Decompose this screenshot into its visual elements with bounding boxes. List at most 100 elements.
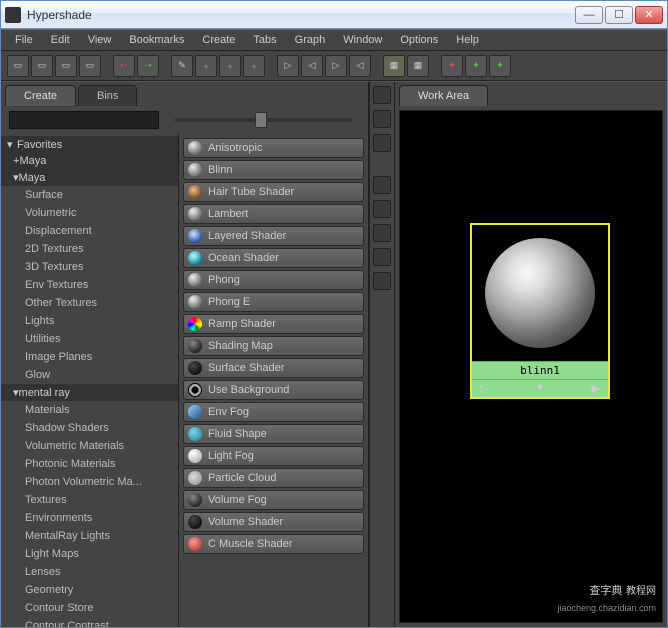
icon-size-slider[interactable] [175,118,352,122]
shader-list[interactable]: AnisotropicBlinnHair Tube ShaderLambertL… [179,134,368,627]
tree-item[interactable]: Displacement [1,222,178,240]
tree-item[interactable]: Geometry [1,581,178,599]
shader-item[interactable]: Use Background [183,380,364,400]
material-swatch[interactable] [472,225,608,361]
tree-item[interactable]: Utilities [1,330,178,348]
midbtn-3[interactable] [373,134,391,152]
tree-item[interactable]: Other Textures [1,294,178,312]
node-in-icon[interactable]: ▷ [480,382,488,395]
tree-item[interactable]: Surface [1,186,178,204]
close-button[interactable]: ✕ [635,6,663,24]
menu-edit[interactable]: Edit [43,32,78,48]
shader-item[interactable]: Volume Fog [183,490,364,510]
toolbar-btn-11[interactable]: ▷ [277,55,299,77]
toolbar-btn-7[interactable]: ✎ [171,55,193,77]
menu-graph[interactable]: Graph [287,32,334,48]
menu-view[interactable]: View [80,32,120,48]
menu-bookmarks[interactable]: Bookmarks [121,32,192,48]
toolbar-btn-14[interactable]: ◁ [349,55,371,77]
minimize-button[interactable]: — [575,6,603,24]
tab-bins[interactable]: Bins [78,85,137,106]
shader-item[interactable]: Layered Shader [183,226,364,246]
tree-group[interactable]: ▾mental ray [1,384,178,401]
toolbar-btn-9[interactable]: ▫ [219,55,241,77]
menu-window[interactable]: Window [335,32,390,48]
slider-thumb[interactable] [255,112,267,128]
tree-item[interactable]: Photonic Materials [1,455,178,473]
toolbar-btn-1[interactable]: ▭ [7,55,29,77]
tree-item[interactable]: Lenses [1,563,178,581]
tree-item[interactable]: 2D Textures [1,240,178,258]
tree-item[interactable]: Image Planes [1,348,178,366]
tree-item[interactable]: Lights [1,312,178,330]
toolbar-btn-15[interactable]: ▦ [383,55,405,77]
work-area[interactable]: blinn1 ▷ ▼ ▶ 查字典 教程网 jiaocheng.chazidian… [399,110,663,623]
shader-item[interactable]: Ramp Shader [183,314,364,334]
tree-item[interactable]: Volumetric [1,204,178,222]
toolbar-btn-18[interactable]: ✦ [465,55,487,77]
tree-group[interactable]: ▾Maya [1,169,178,186]
midbtn-1[interactable] [373,86,391,104]
menu-tabs[interactable]: Tabs [245,32,284,48]
tree-group[interactable]: +Maya [1,153,178,169]
shader-item[interactable]: Surface Shader [183,358,364,378]
node-name[interactable]: blinn1 [472,361,608,379]
menu-options[interactable]: Options [392,32,446,48]
shader-item[interactable]: Anisotropic [183,138,364,158]
tab-workarea[interactable]: Work Area [399,85,488,106]
tree-item[interactable]: Materials [1,401,178,419]
shader-item[interactable]: Light Fog [183,446,364,466]
menu-file[interactable]: File [7,32,41,48]
shader-item[interactable]: Hair Tube Shader [183,182,364,202]
tree-item[interactable]: Volumetric Materials [1,437,178,455]
shader-item[interactable]: Phong E [183,292,364,312]
tree-item[interactable]: Photon Volumetric Ma... [1,473,178,491]
toolbar-btn-17[interactable]: ✦ [441,55,463,77]
toolbar-btn-6[interactable]: ⇢ [137,55,159,77]
titlebar[interactable]: Hypershade — ☐ ✕ [1,1,667,29]
tree-item[interactable]: Glow [1,366,178,384]
shader-item[interactable]: Phong [183,270,364,290]
midbtn-6[interactable] [373,224,391,242]
material-node[interactable]: blinn1 ▷ ▼ ▶ [470,223,610,399]
toolbar-btn-19[interactable]: ✦ [489,55,511,77]
tree-item[interactable]: Contour Store [1,599,178,617]
toolbar-btn-10[interactable]: ▫ [243,55,265,77]
shader-item[interactable]: Lambert [183,204,364,224]
tree-item[interactable]: Env Textures [1,276,178,294]
shader-item[interactable]: Blinn [183,160,364,180]
tree-item[interactable]: Contour Contrast [1,617,178,627]
node-expand-icon[interactable]: ▼ [535,382,546,395]
toolbar-btn-3[interactable]: ▭ [55,55,77,77]
tree-favorites[interactable]: ▾Favorites [1,136,178,153]
toolbar-btn-4[interactable]: ▭ [79,55,101,77]
toolbar-btn-8[interactable]: ▫ [195,55,217,77]
midbtn-4[interactable] [373,176,391,194]
tree-item[interactable]: Textures [1,491,178,509]
shader-item[interactable]: Ocean Shader [183,248,364,268]
midbtn-2[interactable] [373,110,391,128]
tree-item[interactable]: Light Maps [1,545,178,563]
category-tree[interactable]: ▾Favorites +Maya▾MayaSurfaceVolumetricDi… [1,134,179,627]
tree-item[interactable]: 3D Textures [1,258,178,276]
shader-item[interactable]: Env Fog [183,402,364,422]
midbtn-7[interactable] [373,248,391,266]
menu-create[interactable]: Create [194,32,243,48]
shader-item[interactable]: Particle Cloud [183,468,364,488]
tab-create[interactable]: Create [5,85,76,106]
shader-item[interactable]: Shading Map [183,336,364,356]
menu-help[interactable]: Help [448,32,487,48]
shader-item[interactable]: Fluid Shape [183,424,364,444]
maximize-button[interactable]: ☐ [605,6,633,24]
toolbar-btn-5[interactable]: ⇠ [113,55,135,77]
toolbar-btn-13[interactable]: ▷ [325,55,347,77]
node-out-icon[interactable]: ▶ [592,382,600,395]
search-input[interactable] [9,111,159,129]
toolbar-btn-2[interactable]: ▭ [31,55,53,77]
toolbar-btn-16[interactable]: ▦ [407,55,429,77]
midbtn-5[interactable] [373,200,391,218]
tree-item[interactable]: Shadow Shaders [1,419,178,437]
tree-item[interactable]: Environments [1,509,178,527]
tree-item[interactable]: MentalRay Lights [1,527,178,545]
midbtn-8[interactable] [373,272,391,290]
